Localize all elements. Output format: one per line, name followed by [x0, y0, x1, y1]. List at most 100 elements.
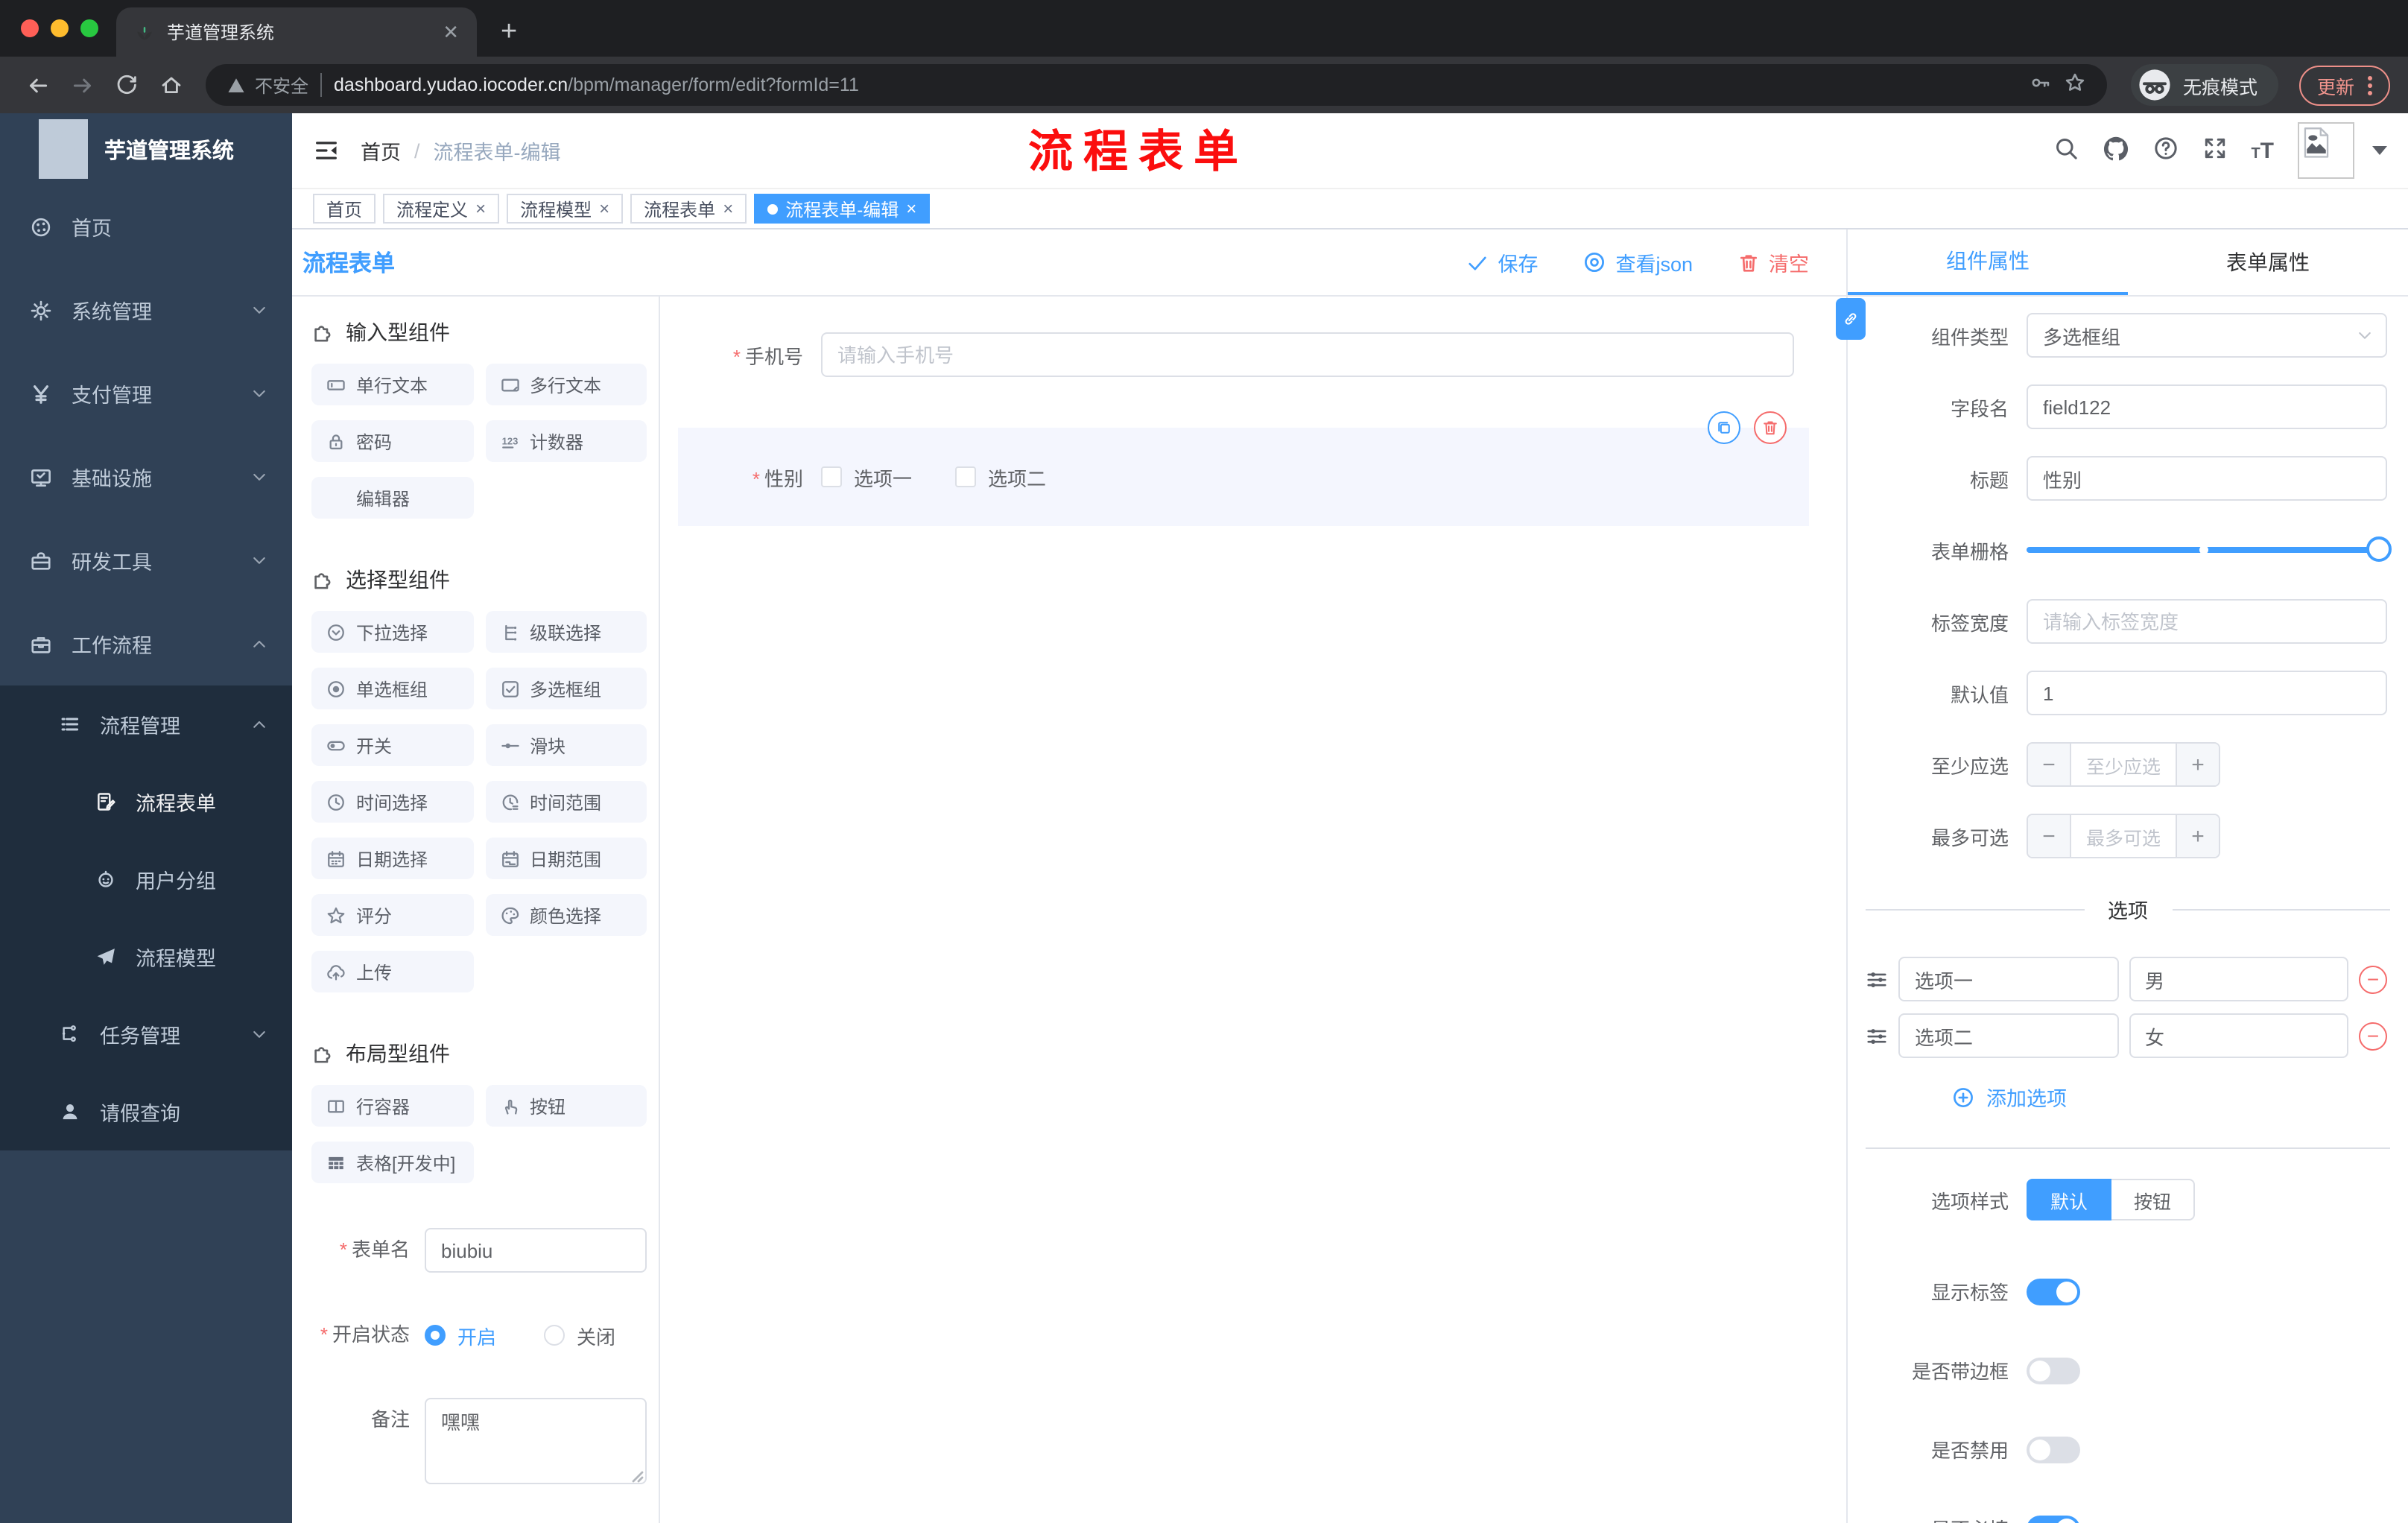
- clear-button[interactable]: 清空: [1737, 247, 1809, 277]
- fullscreen-icon[interactable]: [2202, 136, 2227, 165]
- update-browser-button[interactable]: 更新: [2298, 65, 2390, 105]
- collapse-sidebar-icon[interactable]: [313, 137, 340, 164]
- status-off-radio[interactable]: 关闭: [544, 1321, 615, 1349]
- palette-item-rate[interactable]: 评分: [311, 894, 473, 936]
- reload-icon[interactable]: [107, 73, 146, 97]
- palette-item-upload[interactable]: 上传: [311, 951, 473, 992]
- option-1-value-input[interactable]: [2129, 957, 2348, 1001]
- palette-item-single-text[interactable]: 单行文本: [311, 364, 473, 405]
- tab-form-props[interactable]: 表单属性: [2128, 229, 2408, 295]
- sidebar-item-infrastructure[interactable]: 基础设施: [0, 435, 292, 519]
- forward-icon[interactable]: [63, 72, 101, 98]
- default-value-input[interactable]: [2027, 671, 2387, 715]
- form-remark-textarea[interactable]: 嘿嘿: [425, 1398, 647, 1484]
- remove-option-button[interactable]: −: [2359, 965, 2387, 993]
- tag-process-form[interactable]: 流程表单 ×: [630, 194, 747, 224]
- style-button-button[interactable]: 按钮: [2111, 1179, 2196, 1220]
- drag-handle-icon[interactable]: [1866, 1025, 1888, 1047]
- tag-process-definition[interactable]: 流程定义 ×: [383, 194, 500, 224]
- grid-slider[interactable]: [2027, 528, 2392, 572]
- stepper-plus-button[interactable]: +: [2176, 744, 2219, 785]
- help-icon[interactable]: [2152, 136, 2178, 165]
- canvas-field-phone[interactable]: * 手机号: [660, 332, 1846, 377]
- required-toggle[interactable]: [2027, 1515, 2080, 1523]
- status-on-radio[interactable]: 开启: [425, 1321, 496, 1349]
- border-toggle[interactable]: [2027, 1357, 2080, 1384]
- min-select-value[interactable]: 至少应选: [2071, 744, 2176, 785]
- disabled-toggle[interactable]: [2027, 1436, 2080, 1463]
- sidebar-item-home[interactable]: 首页: [0, 185, 292, 268]
- browser-tab[interactable]: 芋道管理系统 ✕: [116, 7, 477, 57]
- close-icon[interactable]: ×: [906, 200, 916, 218]
- address-bar[interactable]: 不安全 dashboard.yudao.iocoder.cn/bpm/manag…: [206, 64, 2107, 106]
- sidebar-item-workflow[interactable]: 工作流程: [0, 602, 292, 685]
- tag-process-form-edit[interactable]: 流程表单-编辑 ×: [754, 194, 931, 224]
- github-icon[interactable]: [2102, 135, 2129, 166]
- form-canvas[interactable]: *手机号 *性别 选项一: [660, 297, 1846, 1523]
- resize-handle[interactable]: [632, 1471, 644, 1483]
- palette-item-time-range[interactable]: 时间范围: [485, 781, 647, 823]
- stepper-plus-button[interactable]: +: [2176, 815, 2219, 857]
- copy-component-button[interactable]: [1708, 411, 1740, 444]
- close-window-button[interactable]: [21, 19, 39, 37]
- close-icon[interactable]: ×: [475, 200, 486, 218]
- palette-item-dropdown[interactable]: 下拉选择: [311, 611, 473, 653]
- minimize-window-button[interactable]: [51, 19, 69, 37]
- palette-item-editor[interactable]: 编辑器: [311, 477, 473, 519]
- browser-menu-icon[interactable]: [2368, 75, 2372, 95]
- palette-item-radio-group[interactable]: 单选框组: [311, 668, 473, 709]
- palette-item-slider[interactable]: 滑块: [485, 724, 647, 766]
- style-default-button[interactable]: 默认: [2027, 1179, 2112, 1220]
- palette-item-date-picker[interactable]: 日期选择: [311, 838, 473, 879]
- stepper-minus-button[interactable]: −: [2028, 744, 2071, 785]
- security-warning[interactable]: 不安全: [226, 72, 308, 98]
- gender-option-1-checkbox[interactable]: 选项一: [821, 463, 912, 491]
- link-tag-button[interactable]: [1836, 298, 1866, 340]
- search-icon[interactable]: [2053, 136, 2078, 165]
- tag-process-model[interactable]: 流程模型 ×: [507, 194, 624, 224]
- max-select-value[interactable]: 最多可选: [2071, 815, 2176, 857]
- gender-option-2-checkbox[interactable]: 选项二: [955, 463, 1046, 491]
- slider-handle[interactable]: [2366, 536, 2392, 562]
- breadcrumb-home[interactable]: 首页: [361, 136, 401, 165]
- close-icon[interactable]: ×: [723, 200, 733, 218]
- palette-item-color-picker[interactable]: 颜色选择: [485, 894, 647, 936]
- sidebar-item-system[interactable]: 系统管理: [0, 268, 292, 352]
- view-json-button[interactable]: 查看json: [1582, 247, 1693, 277]
- sidebar-item-user-group[interactable]: 用户分组: [0, 840, 292, 918]
- tab-component-props[interactable]: 组件属性: [1848, 229, 2128, 295]
- palette-item-switch[interactable]: 开关: [311, 724, 473, 766]
- palette-item-table[interactable]: 表格[开发中]: [311, 1142, 473, 1183]
- palette-item-button[interactable]: 按钮: [485, 1085, 647, 1127]
- user-avatar[interactable]: [2298, 122, 2354, 179]
- remove-option-button[interactable]: −: [2359, 1022, 2387, 1050]
- form-name-input[interactable]: [425, 1228, 647, 1273]
- palette-item-multi-text[interactable]: 多行文本: [485, 364, 647, 405]
- key-icon[interactable]: [2030, 72, 2052, 98]
- sidebar-item-task-mgmt[interactable]: 任务管理: [0, 995, 292, 1073]
- option-2-value-input[interactable]: [2129, 1013, 2348, 1058]
- new-tab-button[interactable]: +: [501, 18, 517, 46]
- tag-home[interactable]: 首页: [313, 194, 376, 224]
- home-icon[interactable]: [152, 73, 191, 97]
- back-icon[interactable]: [18, 72, 57, 98]
- tab-close-icon[interactable]: ✕: [443, 20, 459, 44]
- phone-input[interactable]: [821, 332, 1794, 377]
- option-2-label-input[interactable]: [1898, 1013, 2118, 1058]
- title-input[interactable]: [2027, 456, 2387, 501]
- label-width-input[interactable]: [2027, 599, 2387, 644]
- palette-item-date-range[interactable]: 日期范围: [485, 838, 647, 879]
- palette-item-counter[interactable]: 123 计数器: [485, 420, 647, 462]
- sidebar-item-process-form[interactable]: 流程表单: [0, 763, 292, 840]
- stepper-minus-button[interactable]: −: [2028, 815, 2071, 857]
- save-button[interactable]: 保存: [1466, 247, 1538, 277]
- zoom-window-button[interactable]: [80, 19, 98, 37]
- sidebar-item-payment[interactable]: 支付管理: [0, 352, 292, 435]
- palette-item-password[interactable]: 密码: [311, 420, 473, 462]
- component-type-select[interactable]: [2027, 313, 2387, 358]
- sidebar-item-process-model[interactable]: 流程模型: [0, 918, 292, 995]
- font-size-icon[interactable]: TT: [2251, 138, 2274, 163]
- bookmark-star-icon[interactable]: [2064, 72, 2086, 98]
- option-1-label-input[interactable]: [1898, 957, 2118, 1001]
- add-option-button[interactable]: 添加选项: [1952, 1082, 2408, 1112]
